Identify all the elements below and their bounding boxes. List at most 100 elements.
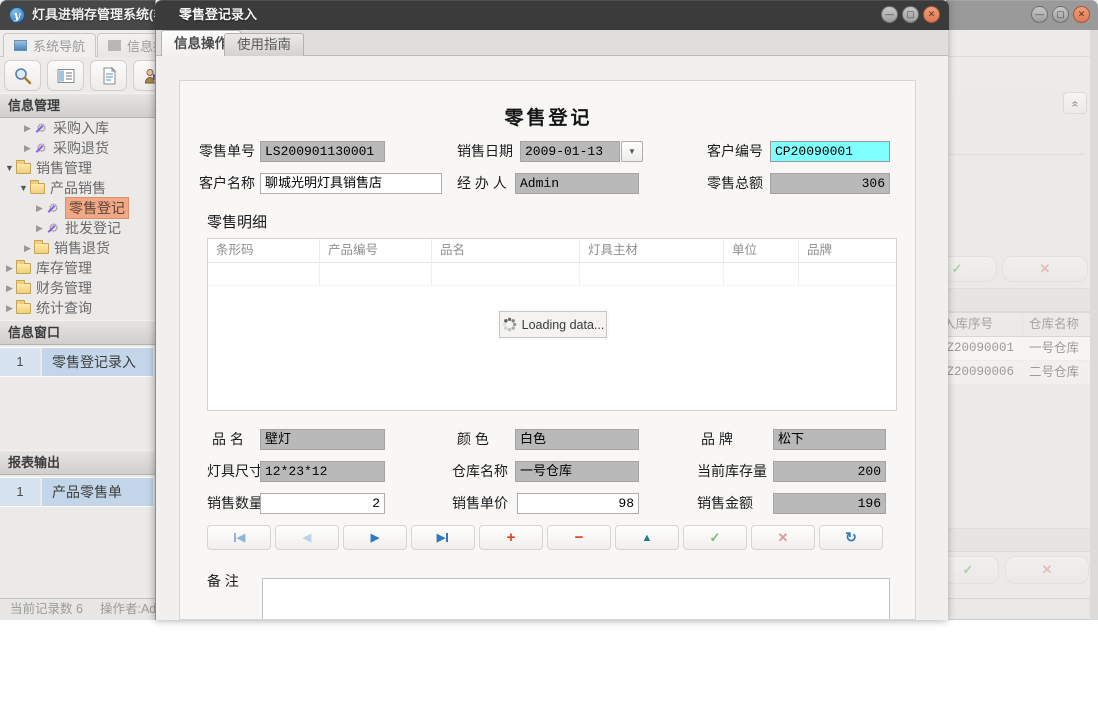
collapsed-arrow-icon[interactable]: ▶ [33, 223, 46, 234]
main-maximize-button[interactable]: ▢ [1052, 6, 1069, 23]
sale-date-field[interactable]: 2009-01-13 [520, 141, 620, 162]
collapsed-arrow-icon[interactable]: ▶ [33, 203, 46, 214]
table-row[interactable]: PZ20090001 一号仓库 [947, 337, 1090, 361]
collapsed-arrow-icon[interactable]: ▶ [3, 303, 16, 314]
collapsed-arrow-icon[interactable]: ▶ [21, 243, 34, 254]
nav-edit-button[interactable]: ▲ [615, 525, 679, 550]
bg-cancel-button[interactable]: ✕ [1002, 256, 1088, 282]
tree-item-wholesale-register[interactable]: ▶ ⚙ 批发登记 [33, 218, 121, 238]
table-row[interactable]: PZ20090006 二号仓库 [947, 361, 1090, 385]
dialog-close-button[interactable]: ✕ [923, 6, 940, 23]
nav-last-button[interactable]: ▶ [411, 525, 475, 550]
cell-warehouse: 二号仓库 [1029, 361, 1079, 384]
detail-view-button[interactable] [47, 60, 84, 91]
customer-name-field[interactable]: 聊城光明灯具销售店 [260, 173, 442, 194]
tree-item-finance-management[interactable]: ▶ 财务管理 [3, 278, 92, 298]
product-name-field: 壁灯 [260, 429, 385, 450]
column-header-brand[interactable]: 品牌 [799, 239, 896, 263]
row-label: 产品零售单 [42, 478, 153, 506]
tree-item-product-sales[interactable]: ▼ 产品销售 [17, 178, 106, 198]
prior-record-icon: ◀ [303, 531, 311, 544]
tab-system-navigation[interactable]: 系统导航 [3, 33, 96, 57]
collapsed-arrow-icon[interactable]: ▶ [21, 123, 34, 134]
main-minimize-button[interactable]: — [1031, 6, 1048, 23]
tree-item-purchase-return[interactable]: ▶ ⚙ 采购退货 [21, 138, 109, 158]
divider [947, 154, 1085, 155]
tree-item-label: 批发登记 [65, 218, 121, 238]
dialog-minimize-button[interactable]: — [881, 6, 898, 23]
stock-label: 当前库存量 [697, 461, 767, 482]
brand-label: 品 牌 [701, 429, 733, 450]
bg-confirm-button-2[interactable]: ✓ [947, 556, 999, 584]
check-icon: ✓ [963, 562, 974, 578]
dialog-window-controls: — ▢ ✕ [881, 6, 940, 23]
collapsed-arrow-icon[interactable]: ▶ [3, 283, 16, 294]
nav-prior-button[interactable]: ◀ [275, 525, 339, 550]
status-bar: 当前记录数 6 操作者:Ad [0, 598, 155, 620]
nav-post-button[interactable]: ✓ [683, 525, 747, 550]
tree-item-sales-return[interactable]: ▶ 销售退货 [21, 238, 110, 258]
nav-first-button[interactable]: ◀ [207, 525, 271, 550]
unit-price-field[interactable]: 98 [517, 493, 639, 514]
color-field: 白色 [515, 429, 639, 450]
post-record-icon: ✓ [710, 530, 721, 546]
tab-user-guide[interactable]: 使用指南 [224, 33, 304, 56]
customer-name-label: 客户名称 [199, 173, 255, 194]
retail-total-label: 零售总额 [707, 173, 763, 194]
empty-cell [432, 263, 580, 286]
bg-confirm-button[interactable]: ✓ [947, 256, 997, 282]
retail-no-label: 零售单号 [199, 141, 255, 162]
info-window-row-retail-entry[interactable]: 1 零售登记录入 [0, 347, 153, 377]
nav-refresh-button[interactable]: ↻ [819, 525, 883, 550]
collapse-panel-button[interactable]: « [1063, 92, 1087, 114]
tree-item-label: 销售退货 [54, 238, 110, 258]
panel-header-information-management: 信息管理 [0, 93, 155, 118]
tree-item-purchase-in[interactable]: ▶ ⚙ 采购入库 [21, 118, 109, 138]
qty-field[interactable]: 2 [260, 493, 385, 514]
dialog-maximize-button[interactable]: ▢ [902, 6, 919, 23]
bg-cancel-button-2[interactable]: ✕ [1005, 556, 1089, 584]
column-header-unit[interactable]: 单位 [724, 239, 799, 263]
main-close-button[interactable]: ✕ [1073, 6, 1090, 23]
folder-icon [16, 283, 31, 294]
tool-icon: ⚙ [46, 201, 61, 215]
amount-field: 196 [773, 493, 886, 514]
column-header-material[interactable]: 灯具主材 [580, 239, 724, 263]
tree-item-label: 采购退货 [53, 138, 109, 158]
column-header-product-no[interactable]: 产品编号 [320, 239, 432, 263]
expanded-arrow-icon[interactable]: ▼ [17, 183, 30, 193]
main-window-controls: — ▢ ✕ [1031, 6, 1090, 23]
tree-item-label: 销售管理 [36, 158, 92, 178]
form-title: 零售登记 [180, 103, 916, 130]
tree-item-retail-register[interactable]: ▶ ⚙ 零售登记 [33, 198, 129, 218]
tool-icon: ⚙ [34, 121, 49, 135]
loading-indicator: Loading data... [499, 311, 607, 338]
column-header-barcode[interactable]: 条形码 [208, 239, 320, 263]
tree-item-statistics-query[interactable]: ▶ 统计查询 [3, 298, 92, 318]
tree-item-inventory-management[interactable]: ▶ 库存管理 [3, 258, 92, 278]
expanded-arrow-icon[interactable]: ▼ [3, 163, 16, 173]
background-content-pane: « ✓ ✕ 入库序号 仓库名称 PZ20090001 一号仓库 PZ200900… [947, 30, 1090, 620]
search-button[interactable] [4, 60, 41, 91]
folder-icon [16, 163, 31, 174]
document-button[interactable] [90, 60, 127, 91]
nav-cancel-button[interactable]: ✕ [751, 525, 815, 550]
tree-item-sales-management[interactable]: ▼ 销售管理 [3, 158, 92, 178]
tree-item-label-selected: 零售登记 [65, 197, 129, 219]
product-name-label: 品 名 [212, 429, 244, 450]
collapsed-arrow-icon[interactable]: ▶ [3, 263, 16, 274]
empty-cell [208, 263, 320, 286]
first-record-icon: ◀ [233, 531, 245, 544]
sale-date-dropdown-button[interactable]: ▼ [621, 141, 643, 162]
column-header-product-name[interactable]: 品名 [432, 239, 580, 263]
remark-textarea[interactable] [262, 578, 890, 620]
brand-field: 松下 [773, 429, 886, 450]
nav-next-button[interactable]: ▶ [343, 525, 407, 550]
search-icon [13, 66, 33, 86]
report-row-product-retail-sheet[interactable]: 1 产品零售单 [0, 477, 153, 507]
customer-no-field[interactable]: CP20090001 [770, 141, 890, 162]
nav-delete-button[interactable]: − [547, 525, 611, 550]
size-label: 灯具尺寸 [207, 461, 263, 482]
nav-insert-button[interactable]: + [479, 525, 543, 550]
collapsed-arrow-icon[interactable]: ▶ [21, 143, 34, 154]
